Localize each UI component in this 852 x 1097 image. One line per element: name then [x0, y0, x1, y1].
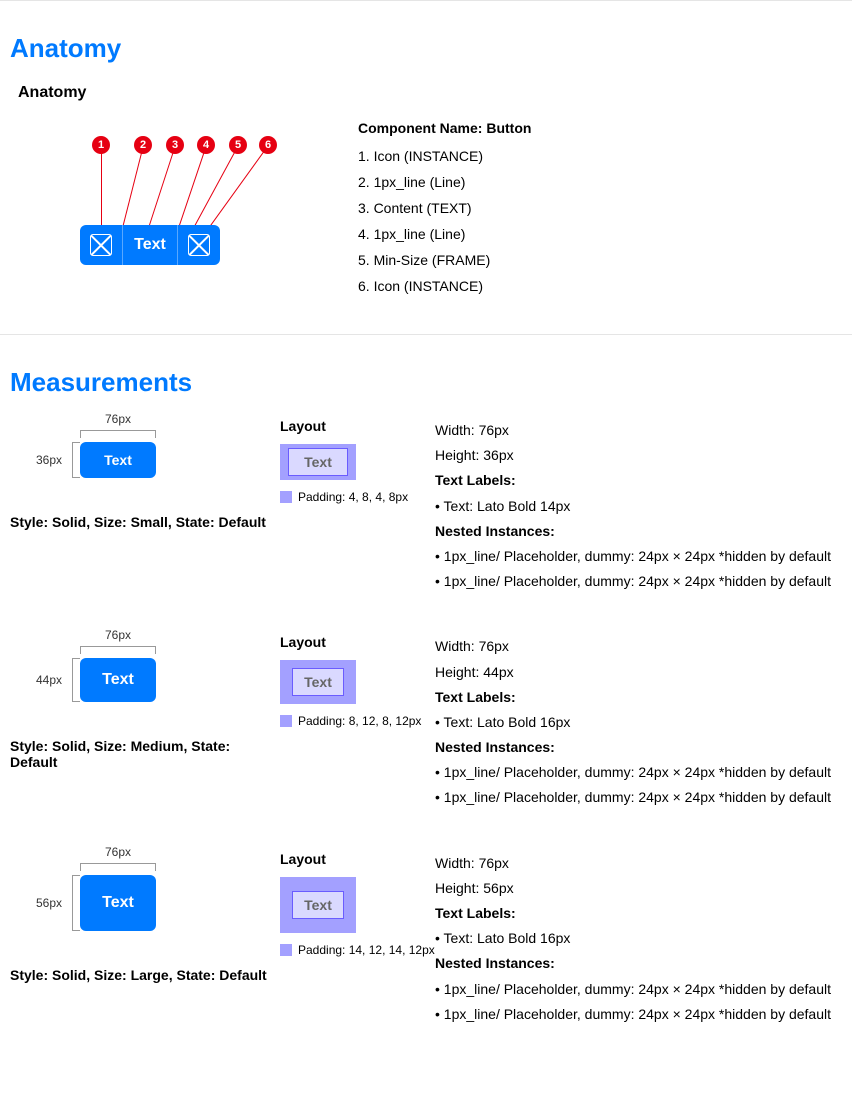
padding-box: Text — [280, 444, 356, 480]
anatomy-section: Anatomy Anatomy Text 1 23456 Component Na… — [0, 1, 852, 334]
legend-text: Padding: 14, 12, 14, 12px — [298, 943, 435, 957]
layout-heading: Layout — [280, 634, 435, 650]
width-label: 76px — [105, 412, 131, 426]
width-label: 76px — [105, 845, 131, 859]
measurement-visual: 76pxText56pxStyle: Solid, Size: Large, S… — [10, 851, 280, 983]
measurement-details: Width: 76pxHeight: 36pxText Labels:• Tex… — [435, 418, 842, 594]
component-name: Component Name: Button — [358, 120, 531, 136]
legend-text: Padding: 8, 12, 8, 12px — [298, 714, 421, 728]
measurement-row: 76pxText44pxStyle: Solid, Size: Medium, … — [10, 634, 842, 810]
detail-line: • Text: Lato Bold 16px — [435, 926, 842, 951]
style-caption: Style: Solid, Size: Medium, State: Defau… — [10, 738, 280, 770]
bracket-icon — [72, 875, 80, 931]
style-caption: Style: Solid, Size: Small, State: Defaul… — [10, 514, 280, 530]
anatomy-icon-right — [178, 225, 220, 265]
detail-line: Height: 36px — [435, 443, 842, 468]
anatomy-part-item: 1. Icon (INSTANCE) — [358, 148, 531, 164]
anatomy-subheading: Anatomy — [18, 84, 842, 102]
placeholder-icon — [90, 234, 112, 256]
detail-line: Width: 76px — [435, 851, 842, 876]
anatomy-part-item: 5. Min-Size (FRAME) — [358, 252, 531, 268]
measurement-row: 76pxText36pxStyle: Solid, Size: Small, S… — [10, 418, 842, 594]
layout-visual: Layout Text Padding: 8, 12, 8, 12px — [280, 634, 435, 728]
layout-visual: Layout Text Padding: 14, 12, 14, 12px — [280, 851, 435, 957]
legend-swatch — [280, 491, 292, 503]
measurements-section: Measurements 76px Text 36px Style: Solid, S… — [0, 335, 852, 1097]
anatomy-part-item: 3. Content (TEXT) — [358, 200, 531, 216]
detail-line: • Text: Lato Bold 14px — [435, 494, 842, 519]
bracket-icon — [72, 658, 80, 702]
layout-heading: Layout — [280, 851, 435, 867]
anatomy-part-item: 2. 1px_line (Line) — [358, 174, 531, 190]
legend-swatch — [280, 715, 292, 727]
placeholder-icon — [188, 234, 210, 256]
measurement-details: Width: 76pxHeight: 56pxText Labels:• Tex… — [435, 851, 842, 1027]
anatomy-marker: 1 — [92, 136, 110, 154]
detail-line: Nested Instances: — [435, 951, 842, 976]
example-button: Text — [80, 875, 156, 931]
detail-line: • 1px_line/ Placeholder, dummy: 24px × 2… — [435, 977, 842, 1002]
bracket-icon — [80, 863, 156, 871]
detail-line: Text Labels: — [435, 468, 842, 493]
padding-legend: Padding: 8, 12, 8, 12px — [280, 714, 435, 728]
detail-line: Nested Instances: — [435, 735, 842, 760]
measurement-row: 76pxText56pxStyle: Solid, Size: Large, S… — [10, 851, 842, 1027]
anatomy-button-text: Text — [123, 225, 177, 265]
padding-box: Text — [280, 877, 356, 933]
bracket-icon — [80, 646, 156, 654]
padding-inner: Text — [288, 448, 348, 476]
detail-line: • 1px_line/ Placeholder, dummy: 24px × 2… — [435, 544, 842, 569]
example-button: Text — [80, 658, 156, 702]
anatomy-marker: 5 — [229, 136, 247, 154]
section-heading-anatomy: Anatomy — [10, 33, 842, 64]
padding-inner: Text — [292, 668, 344, 696]
detail-line: Text Labels: — [435, 685, 842, 710]
anatomy-part-item: 4. 1px_line (Line) — [358, 226, 531, 242]
detail-line: • Text: Lato Bold 16px — [435, 710, 842, 735]
padding-box: Text — [280, 660, 356, 704]
padding-inner: Text — [292, 891, 344, 919]
detail-line: Width: 76px — [435, 418, 842, 443]
legend-swatch — [280, 944, 292, 956]
measurement-details: Width: 76pxHeight: 44pxText Labels:• Tex… — [435, 634, 842, 810]
anatomy-lead-line — [122, 145, 144, 228]
anatomy-marker: 6 — [259, 136, 277, 154]
height-label: 44px — [36, 673, 62, 687]
anatomy-marker: 4 — [197, 136, 215, 154]
detail-line: • 1px_line/ Placeholder, dummy: 24px × 2… — [435, 785, 842, 810]
detail-line: Width: 76px — [435, 634, 842, 659]
height-label: 36px — [36, 453, 62, 467]
detail-line: • 1px_line/ Placeholder, dummy: 24px × 2… — [435, 569, 842, 594]
width-label: 76px — [105, 628, 131, 642]
bracket-icon — [72, 442, 80, 478]
padding-legend: Padding: 14, 12, 14, 12px — [280, 943, 435, 957]
height-label: 56px — [36, 896, 62, 910]
anatomy-part-item: 6. Icon (INSTANCE) — [358, 278, 531, 294]
section-heading-measurements: Measurements — [10, 367, 842, 398]
layout-visual: Layout Text Padding: 4, 8, 4, 8px — [280, 418, 435, 504]
anatomy-marker: 2 — [134, 136, 152, 154]
anatomy-button-example: Text — [80, 225, 220, 265]
padding-legend: Padding: 4, 8, 4, 8px — [280, 490, 435, 504]
measurement-visual: 76pxText44pxStyle: Solid, Size: Medium, … — [10, 634, 280, 770]
example-button: Text — [80, 442, 156, 478]
bracket-icon — [80, 430, 156, 438]
detail-line: • 1px_line/ Placeholder, dummy: 24px × 2… — [435, 1002, 842, 1027]
anatomy-diagram: Text 1 23456 — [18, 120, 298, 300]
anatomy-marker: 3 — [166, 136, 184, 154]
detail-line: Nested Instances: — [435, 519, 842, 544]
anatomy-lead-line — [178, 145, 207, 228]
layout-heading: Layout — [280, 418, 435, 434]
legend-text: Padding: 4, 8, 4, 8px — [298, 490, 408, 504]
detail-line: Height: 56px — [435, 876, 842, 901]
anatomy-icon-left — [80, 225, 122, 265]
style-caption: Style: Solid, Size: Large, State: Defaul… — [10, 967, 280, 983]
anatomy-list: Component Name: Button 1. Icon (INSTANCE… — [358, 120, 531, 304]
measurement-visual: 76pxText36pxStyle: Solid, Size: Small, S… — [10, 418, 280, 530]
anatomy-lead-line — [148, 145, 176, 228]
detail-line: • 1px_line/ Placeholder, dummy: 24px × 2… — [435, 760, 842, 785]
detail-line: Text Labels: — [435, 901, 842, 926]
detail-line: Height: 44px — [435, 660, 842, 685]
